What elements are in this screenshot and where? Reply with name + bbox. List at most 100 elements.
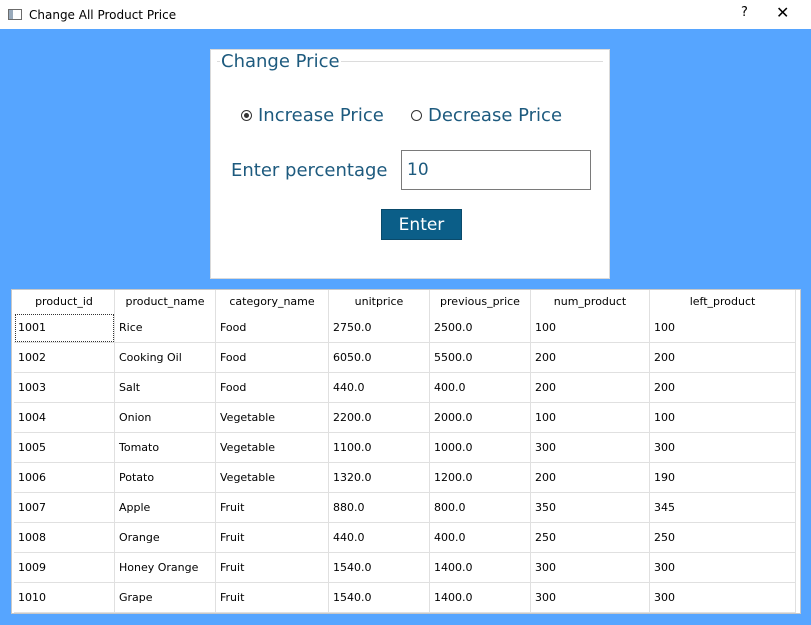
table-cell-previous-price[interactable]: 1200.0: [429, 462, 531, 493]
table-cell-previous-price[interactable]: 1400.0: [429, 582, 531, 613]
table-cell-category-name[interactable]: Vegetable: [215, 402, 329, 433]
table-cell-num-product[interactable]: 200: [530, 342, 650, 373]
table-cell-left-product[interactable]: 100: [649, 313, 796, 343]
group-title: Change Price: [220, 51, 341, 72]
table-cell-left-product[interactable]: 300: [649, 582, 796, 613]
enter-button[interactable]: Enter: [381, 209, 462, 240]
column-header[interactable]: product_id: [14, 290, 115, 313]
table-cell-category-name[interactable]: Fruit: [215, 522, 329, 553]
table-cell-product-id[interactable]: 1009: [14, 552, 115, 583]
table-row[interactable]: 1008 Orange Fruit 440.0 400.0 250 250: [14, 522, 796, 553]
table-cell-product-name[interactable]: Cooking Oil: [114, 342, 216, 373]
close-button[interactable]: ✕: [776, 3, 789, 22]
increase-price-radio[interactable]: Increase Price: [241, 105, 384, 126]
help-button[interactable]: ?: [741, 5, 748, 20]
table-row[interactable]: 1002 Cooking Oil Food 6050.0 5500.0 200 200: [14, 342, 796, 373]
table-cell-previous-price[interactable]: 400.0: [429, 522, 531, 553]
column-header[interactable]: num_product: [530, 290, 650, 313]
table-cell-num-product[interactable]: 100: [530, 313, 650, 343]
column-header[interactable]: category_name: [215, 290, 329, 313]
change-price-group: Change Price Increase Price Decrease Pri…: [210, 49, 610, 279]
table-cell-product-id[interactable]: 1008: [14, 522, 115, 553]
table-cell-category-name[interactable]: Vegetable: [215, 432, 329, 463]
table-cell-product-name[interactable]: Apple: [114, 492, 216, 523]
table-cell-previous-price[interactable]: 2000.0: [429, 402, 531, 433]
table-cell-product-name[interactable]: Grape: [114, 582, 216, 613]
table-cell-product-name[interactable]: Honey Orange: [114, 552, 216, 583]
app-window-icon: [8, 9, 22, 20]
table-cell-unitprice[interactable]: 1540.0: [328, 582, 430, 613]
table-cell-product-id[interactable]: 1003: [14, 372, 115, 403]
product-table[interactable]: product_id product_name category_name un…: [11, 289, 801, 614]
table-cell-category-name[interactable]: Vegetable: [215, 462, 329, 493]
table-cell-left-product[interactable]: 300: [649, 552, 796, 583]
table-cell-previous-price[interactable]: 1400.0: [429, 552, 531, 583]
table-cell-left-product[interactable]: 200: [649, 372, 796, 403]
table-cell-product-id[interactable]: 1005: [14, 432, 115, 463]
table-cell-num-product[interactable]: 200: [530, 462, 650, 493]
table-cell-previous-price[interactable]: 2500.0: [429, 313, 531, 343]
table-cell-unitprice[interactable]: 440.0: [328, 372, 430, 403]
percentage-input[interactable]: [401, 150, 591, 190]
radio-checked-icon: [241, 110, 252, 121]
table-header-row: product_id product_name category_name un…: [14, 290, 796, 313]
table-cell-product-name[interactable]: Salt: [114, 372, 216, 403]
table-cell-previous-price[interactable]: 400.0: [429, 372, 531, 403]
table-cell-unitprice[interactable]: 880.0: [328, 492, 430, 523]
table-cell-num-product[interactable]: 350: [530, 492, 650, 523]
table-cell-unitprice[interactable]: 440.0: [328, 522, 430, 553]
table-cell-product-id[interactable]: 1006: [14, 462, 115, 493]
table-cell-product-id[interactable]: 1004: [14, 402, 115, 433]
table-cell-left-product[interactable]: 300: [649, 432, 796, 463]
table-cell-product-id[interactable]: 1002: [14, 342, 115, 373]
column-header[interactable]: previous_price: [429, 290, 531, 313]
table-cell-unitprice[interactable]: 2750.0: [328, 313, 430, 343]
table-cell-num-product[interactable]: 250: [530, 522, 650, 553]
table-cell-unitprice[interactable]: 2200.0: [328, 402, 430, 433]
table-row[interactable]: 1005 Tomato Vegetable 1100.0 1000.0 300 300: [14, 432, 796, 463]
table-cell-product-name[interactable]: Potato: [114, 462, 216, 493]
radio-unchecked-icon: [411, 110, 422, 121]
table-cell-unitprice[interactable]: 6050.0: [328, 342, 430, 373]
table-cell-num-product[interactable]: 200: [530, 372, 650, 403]
table-cell-num-product[interactable]: 300: [530, 552, 650, 583]
table-cell-unitprice[interactable]: 1540.0: [328, 552, 430, 583]
table-row[interactable]: 1007 Apple Fruit 880.0 800.0 350 345: [14, 492, 796, 523]
table-cell-left-product[interactable]: 345: [649, 492, 796, 523]
table-cell-category-name[interactable]: Food: [215, 372, 329, 403]
table-cell-product-name[interactable]: Rice: [114, 313, 216, 343]
table-cell-left-product[interactable]: 190: [649, 462, 796, 493]
table-cell-product-id[interactable]: 1001: [14, 313, 115, 343]
table-row[interactable]: 1009 Honey Orange Fruit 1540.0 1400.0 300 300: [14, 552, 796, 583]
table-cell-previous-price[interactable]: 800.0: [429, 492, 531, 523]
table-cell-left-product[interactable]: 250: [649, 522, 796, 553]
table-cell-left-product[interactable]: 200: [649, 342, 796, 373]
table-cell-unitprice[interactable]: 1100.0: [328, 432, 430, 463]
table-cell-category-name[interactable]: Food: [215, 313, 329, 343]
table-cell-previous-price[interactable]: 1000.0: [429, 432, 531, 463]
table-cell-product-id[interactable]: 1010: [14, 582, 115, 613]
table-row[interactable]: 1003 Salt Food 440.0 400.0 200 200: [14, 372, 796, 403]
table-cell-category-name[interactable]: Fruit: [215, 552, 329, 583]
table-cell-product-name[interactable]: Tomato: [114, 432, 216, 463]
column-header[interactable]: unitprice: [328, 290, 430, 313]
table-cell-previous-price[interactable]: 5500.0: [429, 342, 531, 373]
table-cell-num-product[interactable]: 100: [530, 402, 650, 433]
table-cell-unitprice[interactable]: 1320.0: [328, 462, 430, 493]
table-cell-product-name[interactable]: Onion: [114, 402, 216, 433]
table-cell-left-product[interactable]: 100: [649, 402, 796, 433]
table-cell-num-product[interactable]: 300: [530, 432, 650, 463]
column-header[interactable]: left_product: [649, 290, 796, 313]
table-cell-category-name[interactable]: Fruit: [215, 582, 329, 613]
table-row[interactable]: 1006 Potato Vegetable 1320.0 1200.0 200 190: [14, 462, 796, 493]
table-row[interactable]: 1004 Onion Vegetable 2200.0 2000.0 100 100: [14, 402, 796, 433]
table-cell-category-name[interactable]: Fruit: [215, 492, 329, 523]
table-cell-product-id[interactable]: 1007: [14, 492, 115, 523]
table-cell-product-name[interactable]: Orange: [114, 522, 216, 553]
table-row[interactable]: 1001 Rice Food 2750.0 2500.0 100 100: [14, 313, 796, 343]
table-cell-num-product[interactable]: 300: [530, 582, 650, 613]
table-cell-category-name[interactable]: Food: [215, 342, 329, 373]
column-header[interactable]: product_name: [114, 290, 216, 313]
decrease-price-radio[interactable]: Decrease Price: [411, 105, 562, 126]
table-row[interactable]: 1010 Grape Fruit 1540.0 1400.0 300 300: [14, 582, 796, 613]
